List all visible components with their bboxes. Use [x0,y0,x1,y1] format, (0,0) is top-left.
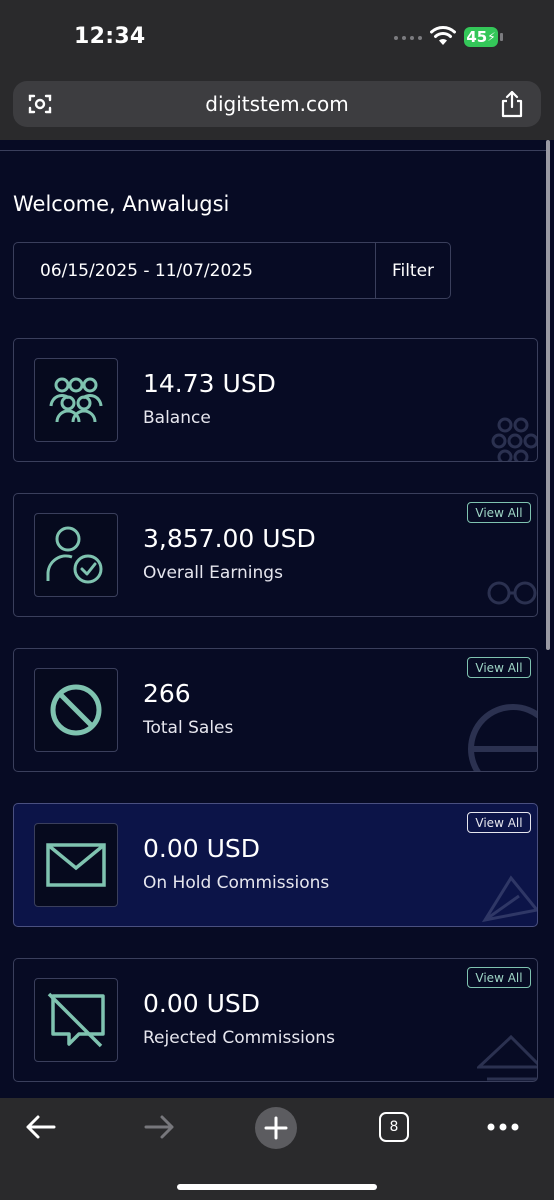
battery-cap [500,33,503,41]
user-check-icon [34,513,118,597]
envelope-icon [34,823,118,907]
on-hold-label: On Hold Commissions [143,873,330,893]
on-hold-commissions-card: View All 0.00 USD On Hold Commissions [13,803,538,927]
view-all-button[interactable]: View All [467,502,531,523]
earnings-value: 3,857.00 USD [143,524,316,553]
overall-earnings-card: View All 3,857.00 USD Overall Earnings [13,493,538,617]
total-sales-value: 266 [143,679,191,708]
forward-arrow-icon[interactable] [142,1110,176,1144]
view-all-button[interactable]: View All [467,812,531,833]
earnings-label: Overall Earnings [143,563,283,583]
balance-label: Balance [143,408,211,428]
decorative-people-icon [491,417,537,461]
tab-count: 8 [389,1119,399,1135]
url-text[interactable]: digitstem.com [13,92,541,116]
cellular-signal-icon [394,36,422,40]
new-tab-plus-icon[interactable] [254,1106,298,1150]
comment-slash-icon [34,978,118,1062]
people-group-icon [34,358,118,442]
filter-button[interactable]: Filter [375,243,450,298]
tabs-button[interactable]: 8 [379,1112,409,1142]
rejected-value: 0.00 USD [143,989,261,1018]
page-content: Welcome, Anwalugsi 06/15/2025 - 11/07/20… [0,140,554,1098]
back-arrow-icon[interactable] [24,1110,58,1144]
status-time: 12:34 [74,24,146,49]
balance-value: 14.73 USD [143,369,276,398]
balance-card: 14.73 USD Balance [13,338,538,462]
header-divider [0,150,548,151]
on-hold-value: 0.00 USD [143,834,261,863]
decorative-circles-icon [487,581,537,605]
browser-top-bar: 12:34 45 ⚡ digitstem.com [0,0,554,140]
battery-indicator: 45 ⚡ [464,27,498,47]
welcome-heading: Welcome, Anwalugsi [13,192,230,216]
ban-icon [34,668,118,752]
rejected-label: Rejected Commissions [143,1028,335,1048]
total-sales-card: View All 266 Total Sales [13,648,538,772]
browser-toolbar: 8 [0,1098,554,1200]
date-range-input[interactable]: 06/15/2025 - 11/07/2025 [40,261,253,281]
scrollbar[interactable] [546,140,550,650]
total-sales-label: Total Sales [143,718,234,738]
decorative-ban-icon [468,704,537,771]
wifi-icon [430,26,456,45]
share-icon[interactable] [499,90,525,118]
decorative-envelope-icon [481,875,537,923]
rejected-commissions-card: View All 0.00 USD Rejected Commissions [13,958,538,1082]
view-all-button[interactable]: View All [467,657,531,678]
address-bar[interactable]: digitstem.com [13,81,541,127]
decorative-triangle-icon [477,1034,537,1081]
view-all-button[interactable]: View All [467,967,531,988]
more-options-icon[interactable] [486,1122,520,1132]
date-range-filter: 06/15/2025 - 11/07/2025 Filter [13,242,451,299]
home-indicator[interactable] [177,1184,377,1190]
